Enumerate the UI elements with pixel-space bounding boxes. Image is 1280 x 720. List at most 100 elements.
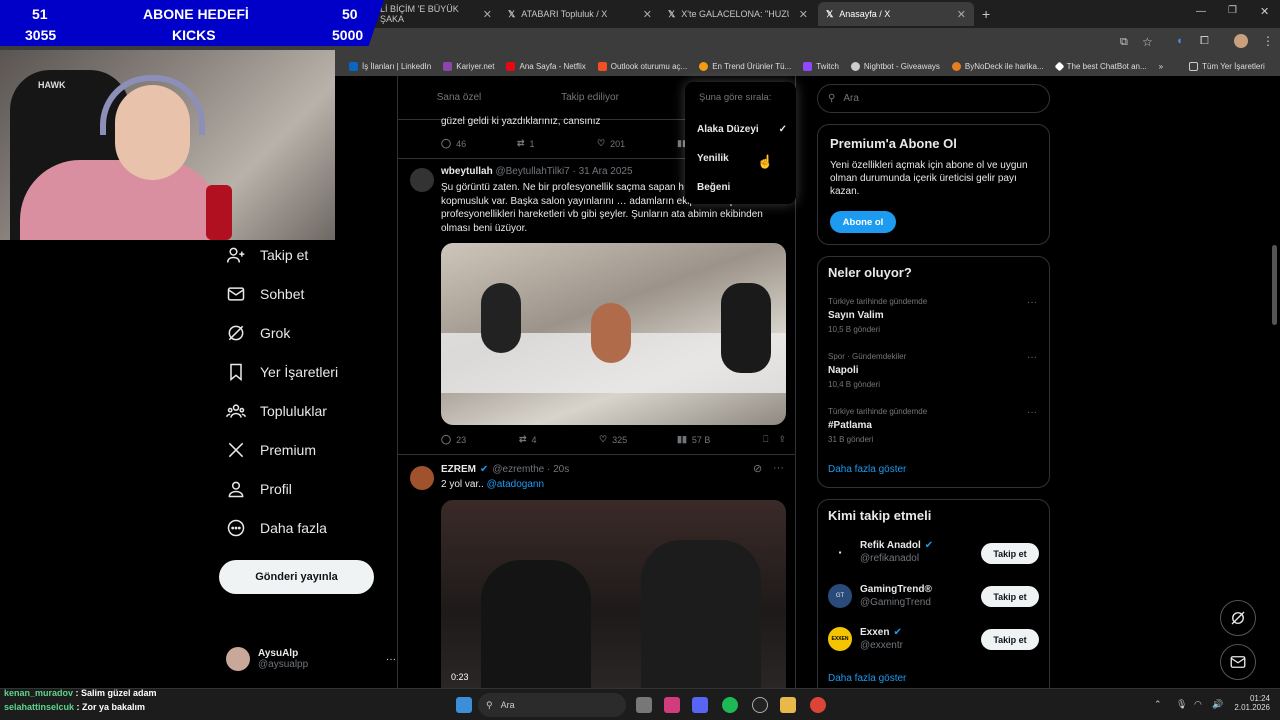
close-icon[interactable]: ✕	[957, 8, 966, 21]
bookmark-outlook[interactable]: Outlook oturumu aç...	[597, 61, 687, 71]
maximize-icon[interactable]: ❐	[1228, 5, 1237, 16]
volume-icon[interactable]: 🔊	[1212, 699, 1223, 710]
spotify-icon[interactable]	[722, 697, 738, 713]
sort-option-relevance[interactable]: Alaka Düzeyi ✓	[697, 124, 787, 135]
more-icon[interactable]: ···	[773, 462, 784, 474]
tab-label: X'te GALACELONA: "HUZURR!"	[681, 9, 789, 19]
retweet-button[interactable]: ⇄ 4	[519, 434, 599, 445]
more-icon[interactable]: ···	[386, 654, 396, 665]
browser-tab[interactable]: 𝕏 X'te GALACELONA: "HUZURR!" ✕	[660, 2, 816, 26]
extension-icon[interactable]: ◖	[1176, 35, 1183, 47]
bookmark-netflix[interactable]: Ana Sayfa - Netflix	[506, 61, 586, 71]
instagram-icon[interactable]	[664, 697, 680, 713]
close-window-icon[interactable]: ✕	[1260, 5, 1269, 18]
tab-following[interactable]: Takip ediliyor	[520, 92, 660, 103]
mention-link[interactable]: @atadogann	[487, 479, 544, 490]
file-explorer-icon[interactable]	[780, 697, 796, 713]
close-icon[interactable]: ✕	[799, 8, 808, 21]
sort-option-likes[interactable]: Beğeni	[697, 182, 730, 193]
clock[interactable]: 01:24 2.01.2026	[1232, 694, 1270, 712]
show-more-link[interactable]: Daha fazla göster	[828, 673, 906, 684]
nav-bookmarks[interactable]: Yer İşaretleri	[226, 362, 338, 382]
trend-item[interactable]: Türkiye tarihinde gündemde Sayın Valim 10,…	[828, 297, 927, 334]
follow-button[interactable]: Takip et	[981, 543, 1039, 564]
scrollbar[interactable]	[1272, 245, 1277, 325]
post-button[interactable]: Gönderi yayınla	[219, 560, 374, 594]
all-bookmarks[interactable]: Tüm Yer İşaretleri	[1189, 61, 1265, 71]
bookmarks-overflow[interactable]: »	[1159, 62, 1163, 71]
grok-icon[interactable]: ⊘	[753, 462, 762, 475]
more-icon[interactable]: ···	[1027, 407, 1037, 418]
task-view-icon[interactable]	[636, 697, 652, 713]
subscribe-button[interactable]: Abone ol	[830, 211, 896, 233]
bookmark-twitch[interactable]: Twitch	[803, 61, 839, 71]
sort-option-recent[interactable]: Yenilik	[697, 153, 729, 164]
profile-avatar[interactable]	[1234, 34, 1248, 48]
account-switcher[interactable]: AysuAlp @aysualpp ···	[226, 644, 396, 674]
bookmark-bynodeck[interactable]: ByNoDeck ile harika...	[951, 61, 1044, 71]
show-more-link[interactable]: Daha fazla göster	[828, 464, 906, 475]
bookmark-linkedin[interactable]: İş İlanları | LinkedIn	[349, 61, 431, 71]
discord-icon[interactable]	[692, 697, 708, 713]
bookmark-trend[interactable]: En Trend Ürünler Tü...	[699, 61, 791, 71]
obs-icon[interactable]	[752, 697, 768, 713]
share-icon[interactable]: ⇪	[778, 434, 786, 445]
nav-profile[interactable]: Profil	[226, 479, 292, 499]
trend-item[interactable]: Türkiye tarihinde gündemde #Patlama 31 B g…	[828, 407, 927, 444]
more-icon[interactable]: ···	[1027, 297, 1037, 308]
grok-fab[interactable]	[1220, 600, 1256, 636]
goal-target: 50	[342, 6, 358, 22]
new-tab-button[interactable]: +	[982, 6, 990, 22]
tweet-image[interactable]	[441, 243, 786, 425]
reply-button[interactable]: ◯ 23	[441, 434, 519, 445]
microphone-icon[interactable]: 🎙	[1176, 699, 1187, 710]
cast-icon[interactable]: ⧉	[1120, 36, 1128, 49]
nav-follow[interactable]: Takip et	[226, 245, 308, 265]
search-input[interactable]: ⚲ Ara	[817, 84, 1050, 113]
bookmark-chatbot[interactable]: The best ChatBot an...	[1054, 61, 1147, 71]
wifi-icon[interactable]: ◠	[1194, 699, 1202, 710]
more-icon[interactable]: ···	[1027, 352, 1037, 363]
retweet-button[interactable]: ⇄ 1	[517, 138, 597, 149]
nav-grok[interactable]: Grok	[226, 323, 290, 343]
avatar[interactable]	[410, 466, 434, 490]
author-name[interactable]: wbeytullah	[441, 166, 493, 177]
browser-tab-active[interactable]: 𝕏 Anasayfa / X ✕	[818, 2, 974, 26]
tray-chevron-icon[interactable]: ⌃	[1154, 699, 1162, 710]
windows-start-icon[interactable]	[456, 697, 472, 713]
chrome-icon[interactable]	[810, 697, 826, 713]
close-icon[interactable]: ✕	[483, 8, 492, 21]
bookmark-star-icon[interactable]: ☆	[1142, 35, 1153, 49]
nav-chat[interactable]: Sohbet	[226, 284, 304, 304]
menu-kebab-icon[interactable]: ⋮	[1262, 34, 1274, 48]
follow-suggestion[interactable]: ▪ Refik Anadol ✔ @refikanadol	[828, 540, 933, 564]
follow-suggestion[interactable]: EXXEN Exxen ✔ @exxentr	[828, 627, 903, 651]
close-icon[interactable]: ✕	[643, 8, 652, 21]
bookmark-nightbot[interactable]: Nightbot - Giveaways	[850, 61, 940, 71]
author-handle: @BeytullahTilki7 · 31 Ara 2025	[495, 166, 633, 177]
tweet-video[interactable]: 0:23	[441, 500, 786, 688]
author-name[interactable]: EZREM	[441, 464, 476, 475]
like-button[interactable]: ♡ 325	[599, 434, 677, 445]
avatar[interactable]	[410, 168, 434, 192]
follow-button[interactable]: Takip et	[981, 586, 1039, 607]
like-button[interactable]: ♡ 201	[597, 138, 677, 149]
views-button[interactable]: ▮▮ 57 B	[677, 434, 755, 445]
nav-premium[interactable]: Premium	[226, 440, 316, 460]
bookmark-icon[interactable]: ⎕	[763, 434, 768, 445]
browser-tab[interactable]: Lİ BİÇİM 'E BÜYÜK ŞAKA ✕	[372, 2, 500, 26]
browser-tab[interactable]: 𝕏 ATABARI Topluluk / X ✕	[500, 2, 660, 26]
tab-for-you[interactable]: Sana özel	[398, 92, 520, 103]
reply-button[interactable]: ◯ 46	[441, 138, 517, 149]
taskbar-search[interactable]: ⚲ Ara	[478, 693, 626, 717]
bookmark-kariyer[interactable]: Kariyer.net	[443, 61, 494, 71]
person-shape	[591, 303, 631, 363]
extensions-puzzle-icon[interactable]: ⧠	[1200, 35, 1209, 48]
follow-button[interactable]: Takip et	[981, 629, 1039, 650]
minimize-icon[interactable]: —	[1196, 6, 1206, 17]
messages-fab[interactable]	[1220, 644, 1256, 680]
follow-suggestion[interactable]: GT GamingTrend® @GamingTrend	[828, 584, 932, 608]
nav-more[interactable]: Daha fazla	[226, 518, 327, 538]
trend-item[interactable]: Spor · Gündemdekiler Napoli 10,4 B gönderi	[828, 352, 906, 389]
nav-communities[interactable]: Topluluklar	[226, 401, 327, 421]
